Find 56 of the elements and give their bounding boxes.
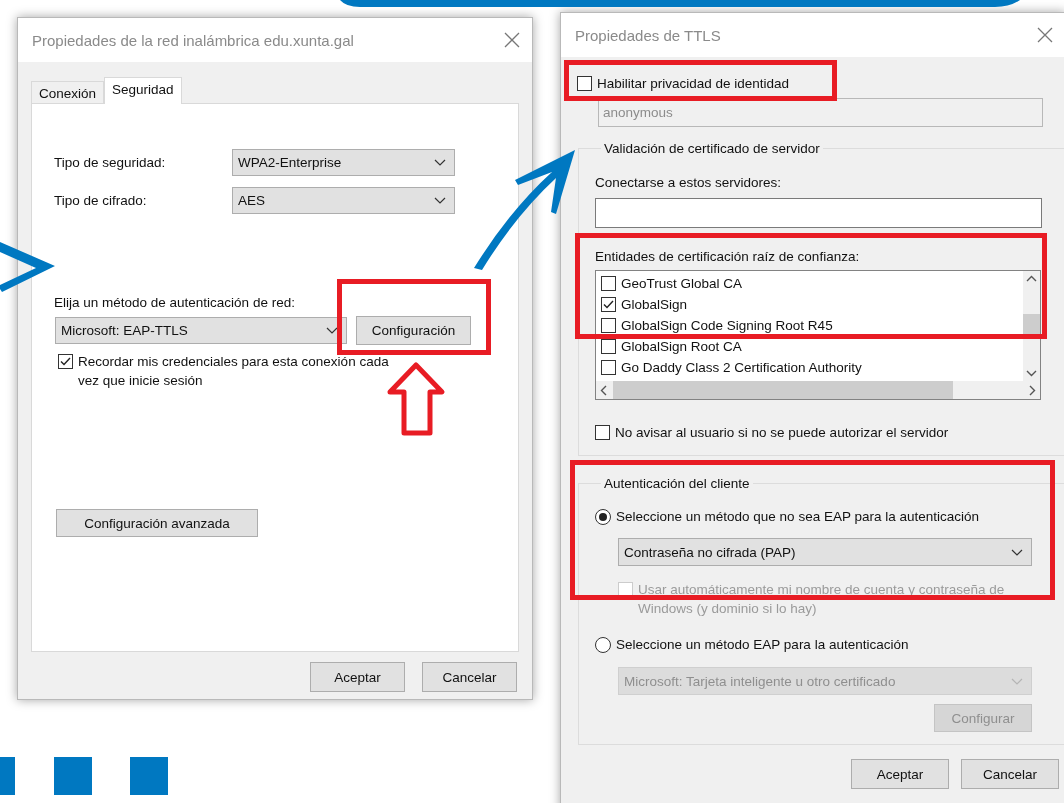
close-icon[interactable] <box>1037 27 1053 43</box>
vertical-scrollbar[interactable] <box>1023 271 1040 381</box>
checkbox-label: GlobalSign <box>621 296 688 314</box>
ok-button[interactable]: Aceptar <box>310 662 405 692</box>
checkbox[interactable] <box>601 339 616 354</box>
chevron-left-icon[interactable] <box>600 384 607 396</box>
ok-button[interactable]: Aceptar <box>851 759 949 789</box>
checkbox[interactable] <box>601 318 616 333</box>
checkbox-label: Recordar mis credenciales para esta conexión cada vez que inicie sesión <box>78 353 390 390</box>
servers-field[interactable] <box>595 198 1042 228</box>
window-title: Propiedades de TTLS <box>575 26 721 44</box>
checkbox[interactable] <box>601 276 616 291</box>
chevron-down-icon <box>1011 548 1023 556</box>
field-label: Tipo de cifrado: <box>54 193 148 208</box>
settings-button[interactable]: Configuración <box>356 316 471 345</box>
checkbox[interactable] <box>577 76 592 91</box>
checkbox[interactable] <box>601 297 616 312</box>
chevron-down-icon <box>434 197 446 204</box>
field-label: Tipo de seguridad: <box>54 155 167 170</box>
chevron-down-icon <box>434 159 446 166</box>
chevron-down-icon <box>1011 677 1023 685</box>
horizontal-scrollbar[interactable] <box>596 381 1040 399</box>
radio-label: Seleccione un método EAP para la autenticación <box>616 636 909 654</box>
window-title: Propiedades de la red inalámbrica edu.xunta.gal <box>32 31 354 49</box>
group-title: Autenticación del cliente <box>603 476 751 491</box>
cancel-button[interactable]: Cancelar <box>422 662 517 692</box>
dropdown[interactable]: Contraseña no cifrada (PAP) <box>618 538 1032 566</box>
checkbox[interactable] <box>601 360 616 375</box>
radio-button[interactable] <box>595 509 611 525</box>
checkbox-label: GlobalSign Root CA <box>621 338 742 356</box>
tab[interactable]: Conexión <box>31 81 105 104</box>
field-label: Conectarse a estos servidores: <box>595 175 783 190</box>
checkbox[interactable] <box>58 354 73 369</box>
advanced-settings-button[interactable]: Configuración avanzada <box>56 509 258 537</box>
chevron-up-icon[interactable] <box>1026 275 1037 282</box>
dropdown[interactable]: WPA2-Enterprise <box>232 149 455 176</box>
arrow-drawing <box>0 242 55 292</box>
checkbox-label: No avisar al usuario si no se puede autorizar el servidor <box>615 424 949 442</box>
field-label: Elija un método de autenticación de red: <box>54 295 296 310</box>
close-icon[interactable] <box>504 32 520 48</box>
field-label: Entidades de certificación raíz de confianza: <box>595 249 861 264</box>
cancel-button[interactable]: Cancelar <box>961 759 1059 789</box>
chevron-down-icon[interactable] <box>1026 370 1037 377</box>
checkbox[interactable] <box>595 425 610 440</box>
checkbox-label: Habilitar privacidad de identidad <box>597 75 790 93</box>
dropdown[interactable]: AES <box>232 187 455 214</box>
group-title: Validación de certificado de servidor <box>603 141 821 156</box>
tab[interactable]: Seguridad <box>104 77 182 104</box>
chevron-down-icon <box>326 327 338 334</box>
checkbox-label: Go Daddy Class 2 Certification Authority <box>621 359 862 377</box>
dropdown[interactable]: Microsoft: EAP-TTLS <box>55 317 347 344</box>
checkbox-label: GeoTrust Global CA <box>621 275 743 293</box>
checkbox-label: GlobalSign Code Signing Root R45 <box>621 317 833 335</box>
radio-label: Seleccione un método que no sea EAP para la autenticación <box>616 508 979 526</box>
chevron-right-icon[interactable] <box>1029 384 1036 396</box>
scroll-thumb[interactable] <box>613 381 953 399</box>
